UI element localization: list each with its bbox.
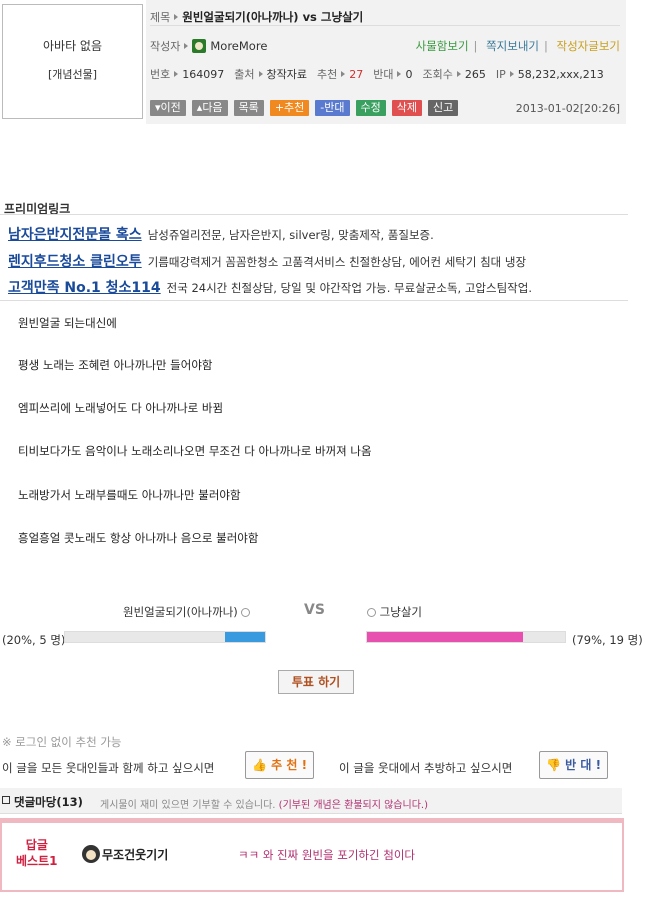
ad-text: 기름때강력제거 꼼꼼한청소 고품격서비스 친절한상담, 에어컨 세탁기 침대 냉… — [147, 255, 527, 269]
vote-bar-a — [64, 631, 266, 643]
ad-text: 남성쥬얼리전문, 남자은반지, silver링, 맞춤제작, 품질보증. — [147, 228, 434, 242]
meta-label-ip: IP — [495, 67, 506, 81]
comment-notice: 게시물이 재미 있으면 기부할 수 있습니다. — [100, 800, 276, 811]
vs-text: VS — [304, 602, 325, 618]
radio-a[interactable] — [241, 608, 251, 617]
oppose-big-button[interactable]: 👎 반 대 ! — [539, 751, 609, 779]
comment-title: 댓글마당(13) — [14, 795, 83, 809]
arrow-icon — [184, 43, 189, 49]
comment-text: ㅋㅋ 와 진짜 원빈을 포기하긴 첨이다 — [238, 848, 415, 862]
ad-item[interactable]: 남자은반지전문몰 혹스 남성쥬얼리전문, 남자은반지, silver링, 맞춤제작… — [8, 224, 628, 244]
vote-option-b[interactable]: 그냥살기 — [367, 604, 422, 620]
message-link[interactable]: 쪽지보내기 — [486, 39, 539, 53]
arrow-box-icon — [2, 796, 10, 804]
report-button[interactable]: 신고 — [428, 100, 459, 116]
recommend-button[interactable]: +추천 — [269, 100, 310, 116]
ad-item[interactable]: 고객만족 No.1 청소114 전국 24시간 친절상담, 당일 및 야간작업 가… — [8, 277, 628, 297]
body-line: 평생 노래는 조혜련 아나까나만 들어야함 — [18, 358, 213, 372]
meta-value-views: 265 — [464, 67, 486, 81]
author-label: 작성자 — [150, 40, 181, 53]
author-name[interactable]: MoreMore — [210, 39, 267, 53]
meta-label-oppose: 반대 — [373, 68, 394, 81]
vote-result-b: (79%, 19 명) — [572, 633, 643, 647]
body-line: 엠피쓰리에 노래넣어도 다 아나까나로 바뀜 — [18, 401, 224, 415]
oppose-button[interactable]: -반대 — [315, 100, 350, 116]
recommend-big-button[interactable]: 👍 추 천 ! — [245, 751, 315, 779]
vote-bar-a-fill — [225, 632, 265, 642]
arrow-icon — [397, 71, 402, 77]
oppose-text: 이 글을 웃대에서 추방하고 싶으시면 — [339, 761, 513, 775]
comment-user-name[interactable]: 무조건웃기기 — [102, 846, 168, 863]
locker-link[interactable]: 사물함보기 — [416, 39, 469, 53]
body-line: 흥얼흥얼 콧노래도 항상 아나까나 음으로 불러야함 — [18, 531, 259, 545]
meta-label-recommend: 추천 — [316, 68, 338, 81]
gift-link[interactable]: [개념선물] — [3, 66, 142, 82]
post-date: 2013-01-02[20:26] — [515, 101, 620, 115]
post-info-panel: 제목 원빈얼굴되기(아나까나) vs 그냥살기 작성자 MoreMore 사물함… — [146, 0, 626, 124]
recommend-text: 이 글을 모든 웃대인들과 함께 하고 싶으시면 — [2, 761, 215, 775]
next-button[interactable]: ▴다음 — [191, 100, 228, 116]
comment-header: 댓글마당(13) 게시물이 재미 있으면 기부할 수 있습니다. (기부된 개념… — [0, 788, 622, 814]
vote-submit-button[interactable]: 투표 하기 — [278, 670, 354, 694]
meta-value-source: 창작자료 — [266, 68, 307, 81]
body-line: 원빈얼굴 되는대신에 — [18, 316, 117, 330]
arrow-icon — [341, 71, 346, 77]
thumbs-up-icon: 👍 — [252, 758, 267, 772]
vote-option-a-label: 원빈얼굴되기(아나까나) — [123, 605, 238, 619]
body-line: 노래방가서 노래부를때도 아나까나만 불러야함 — [18, 488, 241, 502]
vote-result-a: (20%, 5 명) — [2, 633, 66, 647]
vote-bar-b — [366, 631, 566, 643]
list-button[interactable]: 목록 — [233, 100, 264, 116]
meta-value-oppose: 0 — [405, 67, 413, 81]
delete-button[interactable]: 삭제 — [391, 100, 422, 116]
arrow-icon — [174, 13, 179, 20]
arrow-icon — [258, 71, 263, 77]
user-avatar-icon — [82, 845, 100, 863]
best-comment-box: 답글 베스트1 무조건웃기기 ㅋㅋ 와 진짜 원빈을 포기하긴 첨이다 — [0, 818, 624, 892]
author-posts-link[interactable]: 작성자글보기 — [557, 39, 620, 53]
arrow-icon — [509, 71, 514, 77]
ad-headline[interactable]: 고객만족 No.1 청소114 — [8, 280, 161, 296]
comment-notice2: (기부된 개념은 환불되지 않습니다.) — [278, 800, 428, 811]
meta-label-source: 출처 — [234, 68, 255, 81]
best-comment-label: 답글 베스트1 — [16, 838, 58, 868]
comment-user[interactable]: 무조건웃기기 — [82, 845, 168, 863]
title-label: 제목 — [150, 10, 171, 24]
meta-value-number: 164097 — [182, 67, 225, 81]
ad-item[interactable]: 렌지후드청소 클린오투 기름때강력제거 꼼꼼한청소 고품격서비스 친절한상담, 에… — [8, 251, 628, 271]
meta-row: 번호 164097 출처 창작자료 추천 27 반대 0 조회수 265 IP 58,232… — [150, 64, 620, 84]
prev-button[interactable]: ▾이전 — [150, 100, 186, 116]
meta-label-views: 조회수 — [422, 68, 453, 81]
divider — [0, 214, 628, 215]
post-title: 원빈얼굴되기(아나까나) vs 그냥살기 — [182, 9, 364, 24]
meta-value-ip: 58,232,xxx,213 — [517, 67, 604, 81]
vote-option-b-label: 그냥살기 — [379, 605, 422, 619]
radio-b[interactable] — [367, 608, 376, 617]
no-avatar-text: 아바타 없음 — [42, 39, 102, 53]
vote-option-a[interactable]: 원빈얼굴되기(아나까나) — [123, 604, 251, 620]
arrow-icon — [174, 71, 179, 77]
divider — [0, 300, 628, 301]
thumbs-down-icon: 👎 — [546, 758, 561, 772]
meta-label-number: 번호 — [150, 68, 171, 81]
ad-text: 전국 24시간 친절상담, 당일 및 야간작업 가능. 무료살균소독, 고압스팀… — [166, 281, 532, 295]
ad-headline[interactable]: 남자은반지전문몰 혹스 — [8, 227, 142, 243]
meta-value-recommend: 27 — [349, 67, 364, 81]
arrow-icon — [456, 71, 461, 77]
edit-button[interactable]: 수정 — [355, 100, 386, 116]
author-avatar-box: 아바타 없음 [개념선물] — [2, 4, 143, 119]
login-note: ※ 로그인 없이 추천 가능 — [2, 735, 122, 749]
body-line: 티비보다가도 음악이나 노래소리나오면 무조건 다 아나까나로 바꺼져 나옴 — [18, 444, 372, 458]
ad-headline[interactable]: 렌지후드청소 클린오투 — [8, 254, 142, 270]
user-icon — [192, 39, 207, 53]
vote-bar-b-fill — [367, 632, 524, 642]
